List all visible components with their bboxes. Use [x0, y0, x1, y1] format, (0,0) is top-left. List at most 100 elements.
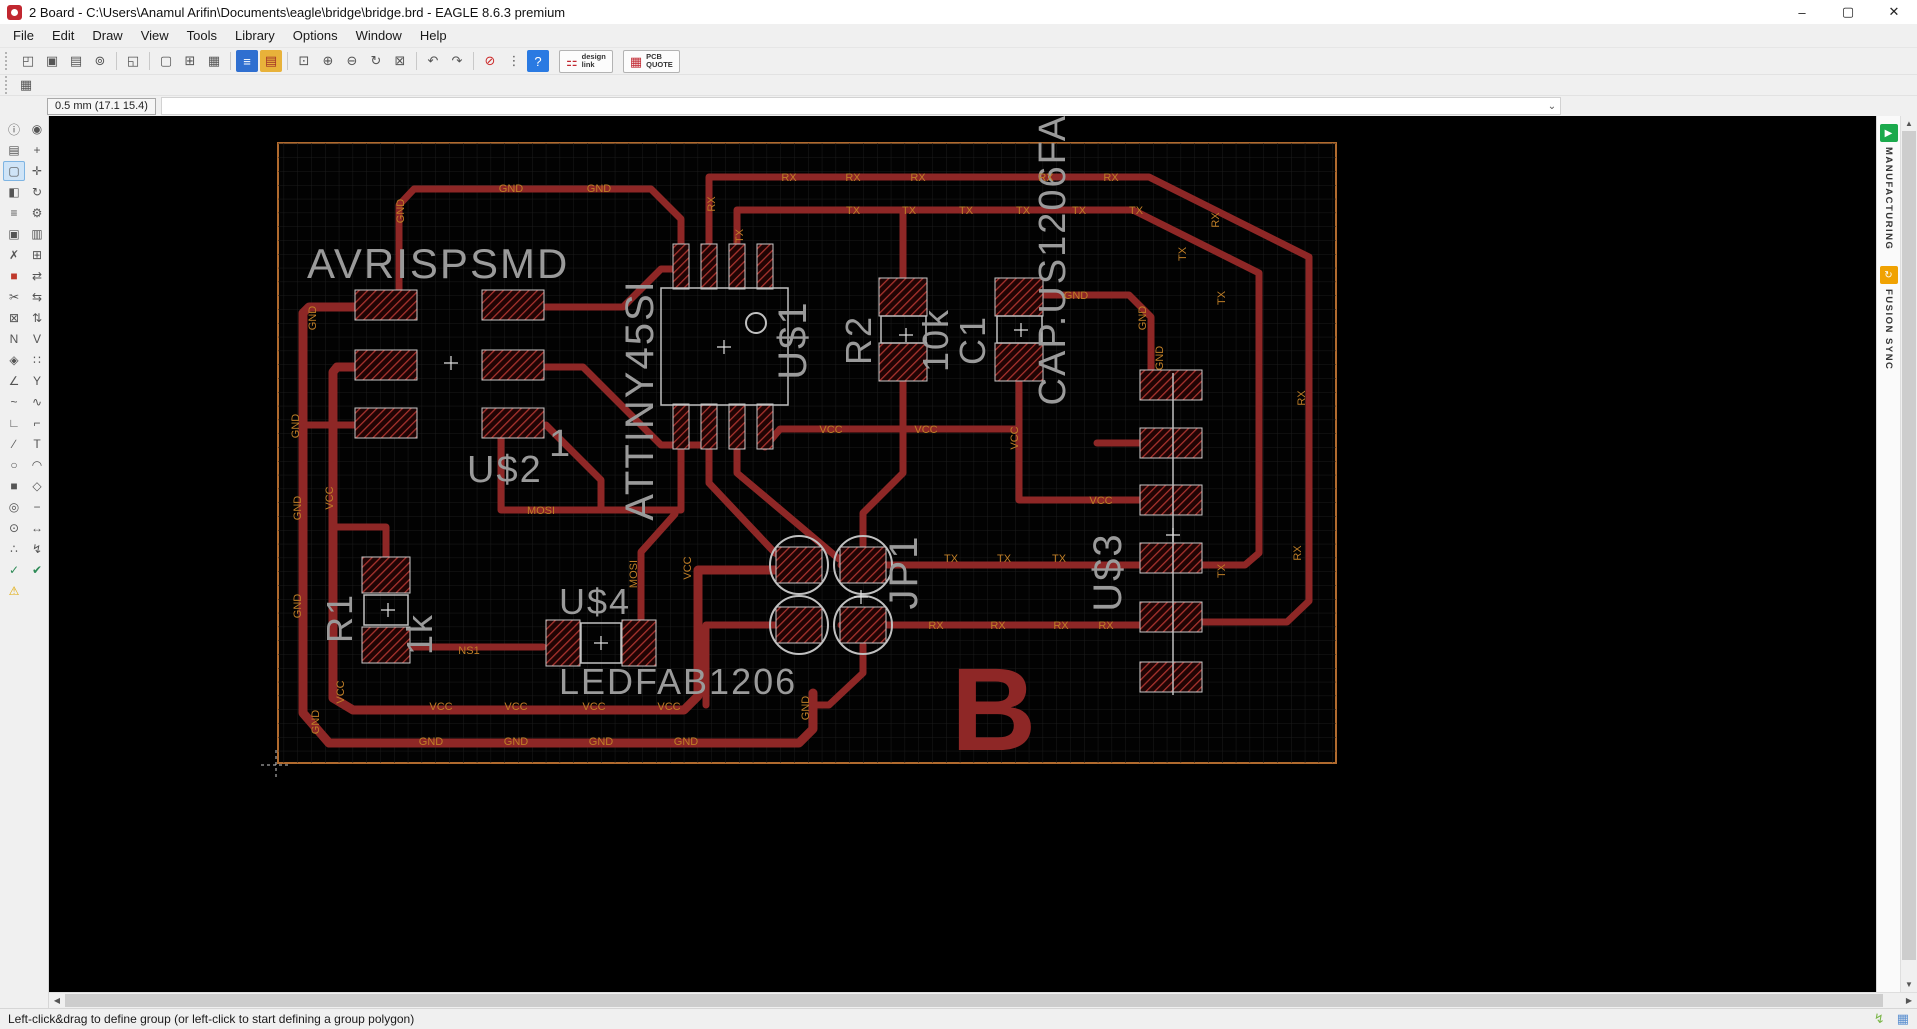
- smd-pad[interactable]: [1139, 601, 1203, 633]
- cam-processor-icon[interactable]: ⊚: [89, 50, 111, 72]
- component-label[interactable]: R2: [838, 315, 879, 365]
- smd-pad[interactable]: [756, 243, 774, 290]
- lock-tool[interactable]: ⊠: [3, 308, 25, 328]
- use-library-icon[interactable]: ▢: [155, 50, 177, 72]
- menu-window[interactable]: Window: [347, 26, 411, 45]
- route-tool[interactable]: ∟: [3, 413, 25, 433]
- zoom-in-icon[interactable]: ⊕: [317, 50, 339, 72]
- smd-pad[interactable]: [728, 243, 746, 290]
- save-icon[interactable]: ▣: [41, 50, 63, 72]
- smash-tool[interactable]: ◈: [3, 350, 25, 370]
- polygon-tool[interactable]: ◇: [26, 476, 48, 496]
- group-tool[interactable]: ▢: [3, 161, 25, 181]
- component-label[interactable]: C1: [952, 315, 993, 365]
- paste-tool[interactable]: ▥: [26, 224, 48, 244]
- vertical-scrollbar[interactable]: ▲ ▼: [1900, 116, 1917, 992]
- board-canvas[interactable]: AVRISPSMD ATTINY45SI U$1 U$2 1 R2 10k C1 CAP.US1…: [49, 116, 1876, 992]
- smd-pad[interactable]: [1139, 484, 1203, 516]
- menu-view[interactable]: View: [132, 26, 178, 45]
- wire-tool[interactable]: ∕: [3, 434, 25, 454]
- redo-icon[interactable]: ↷: [446, 50, 468, 72]
- component-label[interactable]: U$1: [771, 300, 815, 379]
- scroll-right-icon[interactable]: ▶: [1901, 996, 1917, 1005]
- layer-colors-icon[interactable]: ▤: [260, 50, 282, 72]
- zoom-redraw-icon[interactable]: ↻: [365, 50, 387, 72]
- component-label[interactable]: CAP.US1206FAB: [1032, 116, 1074, 405]
- horizontal-scroll-thumb[interactable]: [65, 994, 1883, 1007]
- value-tool[interactable]: V: [26, 329, 48, 349]
- switch-board-icon[interactable]: ◱: [122, 50, 144, 72]
- milling-tool[interactable]: ✂: [3, 287, 25, 307]
- chevron-down-icon[interactable]: ⌄: [1544, 101, 1560, 112]
- align-tool[interactable]: ≡: [3, 203, 25, 223]
- gateswap-tool[interactable]: ⇅: [26, 308, 48, 328]
- layer-settings-icon[interactable]: ≡: [236, 50, 258, 72]
- design-link-button[interactable]: ⚏ design link: [559, 49, 613, 73]
- delete-tool[interactable]: ✗: [3, 245, 25, 265]
- smd-pad[interactable]: [672, 243, 690, 290]
- change-tool[interactable]: ⚙: [26, 203, 48, 223]
- ratsnest-tool[interactable]: ∴: [3, 539, 25, 559]
- smd-pad[interactable]: [545, 619, 581, 667]
- component-label[interactable]: 1: [549, 423, 572, 465]
- smd-pad[interactable]: [775, 606, 823, 644]
- pcb-quote-button[interactable]: ▦ PCB QUOTE: [622, 49, 680, 73]
- circle-tool[interactable]: ○: [3, 455, 25, 475]
- smd-pad[interactable]: [481, 289, 545, 321]
- manufacturing-tab[interactable]: ▶ MANUFACTURING: [1879, 124, 1898, 250]
- component-label[interactable]: AVRISPSMD: [307, 240, 569, 287]
- component-label[interactable]: 1k: [399, 613, 440, 655]
- smd-pad[interactable]: [1139, 661, 1203, 693]
- rotate-tool[interactable]: ↻: [26, 182, 48, 202]
- component-label[interactable]: LEDFAB1206: [559, 661, 797, 702]
- open-icon[interactable]: ◰: [17, 50, 39, 72]
- print-icon[interactable]: ▤: [65, 50, 87, 72]
- miter-tool[interactable]: ∠: [3, 371, 25, 391]
- fusion-sync-tab[interactable]: ↻ FUSION SYNC: [1879, 266, 1898, 371]
- meander-tool[interactable]: ∿: [26, 392, 48, 412]
- erc-tool[interactable]: ✓: [3, 560, 25, 580]
- smd-pad[interactable]: [354, 289, 418, 321]
- help-icon[interactable]: ?: [527, 50, 549, 72]
- smd-pad[interactable]: [672, 403, 690, 450]
- component-label[interactable]: ATTINY45SI: [618, 279, 662, 521]
- scroll-left-icon[interactable]: ◀: [49, 996, 65, 1005]
- scroll-down-icon[interactable]: ▼: [1901, 977, 1917, 992]
- options-dots-icon[interactable]: ⋮: [503, 50, 525, 72]
- smd-pad[interactable]: [839, 606, 887, 644]
- name-tool[interactable]: N: [3, 329, 25, 349]
- menu-help[interactable]: Help: [411, 26, 456, 45]
- scroll-up-icon[interactable]: ▲: [1901, 116, 1917, 131]
- smd-pad[interactable]: [700, 403, 718, 450]
- dimension-tool[interactable]: ↔: [26, 518, 48, 538]
- show-tool[interactable]: ◉: [26, 119, 48, 139]
- errors-tool[interactable]: ⚠: [3, 581, 25, 601]
- menu-edit[interactable]: Edit: [43, 26, 83, 45]
- smd-pad[interactable]: [1139, 427, 1203, 459]
- zoom-fit-icon[interactable]: ⊡: [293, 50, 315, 72]
- stop-icon[interactable]: ⊘: [479, 50, 501, 72]
- split-tool[interactable]: Y: [26, 371, 48, 391]
- pinswap-tool[interactable]: ⇄: [26, 266, 48, 286]
- component-label[interactable]: U$2: [467, 449, 543, 491]
- menu-library[interactable]: Library: [226, 26, 284, 45]
- smd-pad[interactable]: [1139, 369, 1203, 401]
- script-icon[interactable]: ⊞: [179, 50, 201, 72]
- autorouter-tool[interactable]: ↯: [26, 539, 48, 559]
- vertical-scroll-thumb[interactable]: [1902, 131, 1916, 961]
- arc-tool[interactable]: ◠: [26, 455, 48, 475]
- add-tool[interactable]: ⊞: [26, 245, 48, 265]
- horizontal-scrollbar[interactable]: ◀ ▶: [49, 992, 1917, 1008]
- smd-pad[interactable]: [354, 407, 418, 439]
- text-tool[interactable]: T: [26, 434, 48, 454]
- paint-tool[interactable]: ■: [3, 266, 25, 286]
- move-tool[interactable]: ✛: [26, 161, 48, 181]
- smd-pad[interactable]: [775, 546, 823, 584]
- grid-icon[interactable]: ▦: [15, 74, 37, 96]
- hole-tool[interactable]: ⊙: [3, 518, 25, 538]
- menu-file[interactable]: File: [4, 26, 43, 45]
- smd-pad[interactable]: [756, 403, 774, 450]
- display-layers-tool[interactable]: ▤: [3, 140, 25, 160]
- run-ulp-icon[interactable]: ▦: [203, 50, 225, 72]
- component-label[interactable]: R1: [319, 593, 360, 643]
